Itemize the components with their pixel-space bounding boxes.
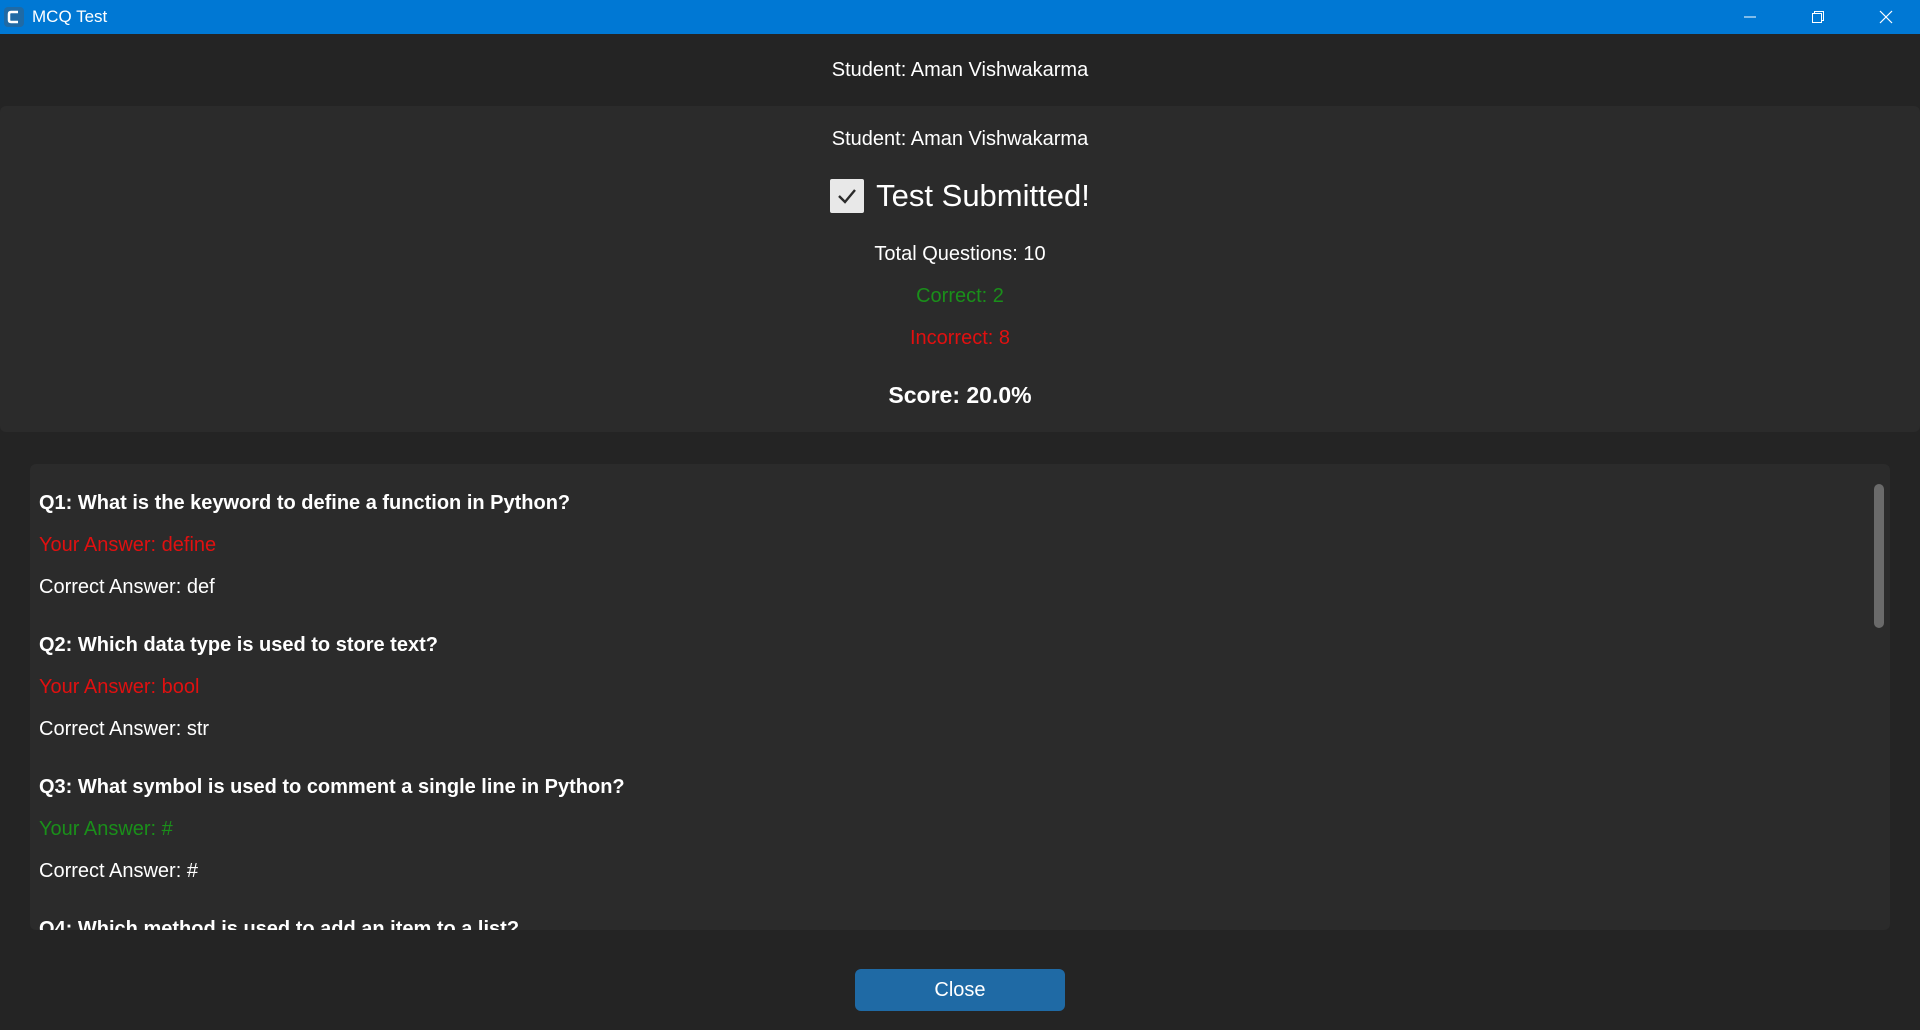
close-icon xyxy=(1879,10,1893,24)
submission-status: Test Submitted! xyxy=(0,176,1920,216)
total-questions: Total Questions: 10 xyxy=(874,243,1046,265)
correct-answer: Correct Answer: # xyxy=(39,860,198,882)
minimize-icon xyxy=(1744,16,1756,18)
student-name: Student: Aman Vishwakarma xyxy=(831,128,1089,150)
your-answer: Your Answer: define xyxy=(39,534,217,556)
incorrect-count: Incorrect: 8 xyxy=(909,327,1011,349)
question-text: Q4: Which method is used to add an item … xyxy=(39,918,520,930)
results-scroll-panel[interactable]: Q1: What is the keyword to define a func… xyxy=(30,464,1890,930)
window-title: MCQ Test xyxy=(32,7,108,26)
question-text: Q3: What symbol is used to comment a sin… xyxy=(39,776,625,798)
correct-count: Correct: 2 xyxy=(916,285,1004,307)
result-item: Q4: Which method is used to add an item … xyxy=(39,908,1859,930)
your-answer: Your Answer: bool xyxy=(39,676,200,698)
close-window-button[interactable] xyxy=(1852,0,1920,34)
correct-answer: Correct Answer: str xyxy=(39,718,210,740)
scrollbar[interactable] xyxy=(1872,482,1884,914)
minimize-button[interactable] xyxy=(1716,0,1784,34)
score: Score: 20.0% xyxy=(888,382,1032,408)
title-bar: MCQ Test xyxy=(0,0,1920,34)
correct-answer: Correct Answer: def xyxy=(39,576,215,598)
question-text: Q2: Which data type is used to store tex… xyxy=(39,634,438,656)
checkbox-checked-icon xyxy=(830,179,865,213)
app-icon xyxy=(4,7,24,27)
close-button[interactable]: Close xyxy=(855,969,1065,1011)
restore-icon xyxy=(1812,11,1824,23)
status-heading: Test Submitted! xyxy=(876,178,1090,213)
result-item: Q1: What is the keyword to define a func… xyxy=(39,482,1859,608)
result-item: Q2: Which data type is used to store tex… xyxy=(39,624,1859,750)
question-text: Q1: What is the keyword to define a func… xyxy=(39,492,571,514)
student-name-header: Student: Aman Vishwakarma xyxy=(831,58,1089,81)
summary-panel: Student: Aman Vishwakarma Test Submitted… xyxy=(0,106,1920,432)
restore-button[interactable] xyxy=(1784,0,1852,34)
window-controls xyxy=(1716,0,1920,34)
scrollbar-thumb[interactable] xyxy=(1874,484,1884,628)
result-item: Q3: What symbol is used to comment a sin… xyxy=(39,766,1859,892)
your-answer: Your Answer: # xyxy=(39,818,173,840)
results-list: Q1: What is the keyword to define a func… xyxy=(39,482,1859,930)
